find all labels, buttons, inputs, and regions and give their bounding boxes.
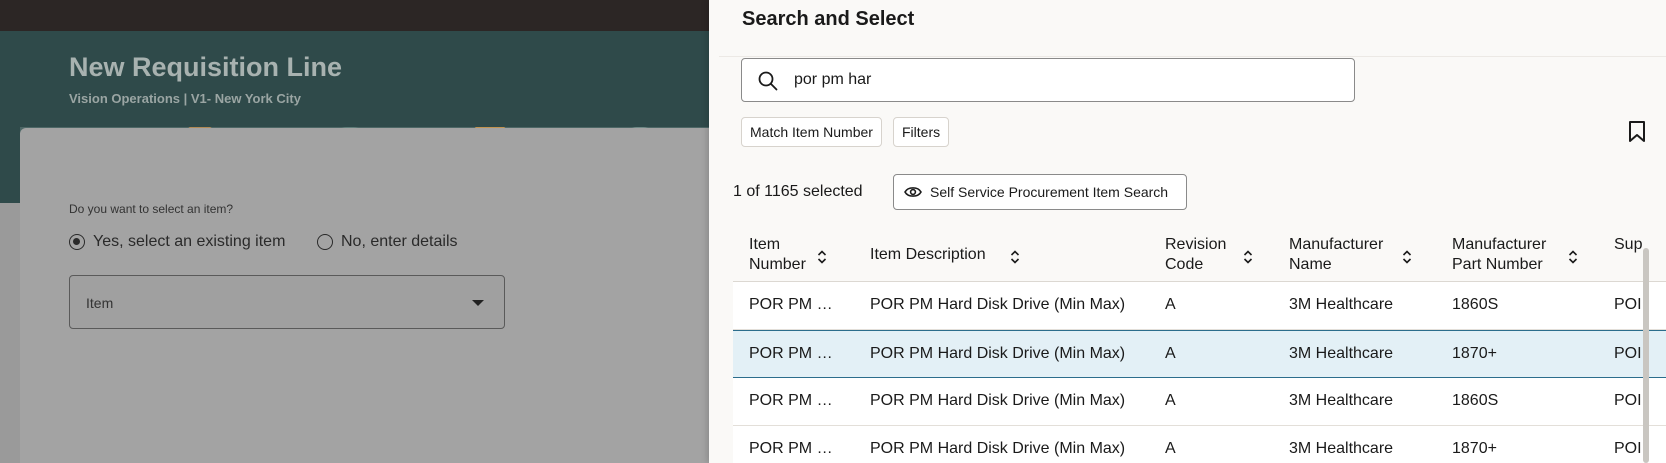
sort-icon[interactable] [1568, 249, 1578, 265]
col-header-line: Code [1165, 256, 1204, 273]
cell-item-number: POR PM … [749, 440, 833, 457]
cell-part-number: 1860S [1452, 296, 1499, 313]
cell-description: POR PM Hard Disk Drive (Min Max) [870, 296, 1126, 313]
table-row-selected[interactable]: POR PM … POR PM Hard Disk Drive (Min Max… [733, 330, 1666, 378]
cell-manufacturer: 3M Healthcare [1289, 296, 1394, 313]
radio-no-enter-details[interactable]: No, enter details [317, 233, 458, 251]
col-header-item-description[interactable]: Item Description [870, 245, 986, 265]
cell-supplier: POI [1614, 440, 1642, 457]
col-header-line: Item [749, 236, 781, 253]
table-row[interactable]: POR PM … POR PM Hard Disk Drive (Min Max… [733, 378, 1666, 426]
cell-revision: A [1165, 392, 1176, 409]
scrollbar-thumb[interactable] [1643, 248, 1649, 463]
col-header-line: Sup [1614, 236, 1643, 253]
view-selector-button[interactable]: Self Service Procurement Item Search [893, 174, 1187, 210]
page-subtitle: Vision Operations | V1- New York City [69, 91, 301, 106]
sort-icon[interactable] [1010, 249, 1020, 265]
table-scrollbar[interactable] [1643, 236, 1649, 463]
page-title: New Requisition Line [69, 52, 343, 82]
cell-manufacturer: 3M Healthcare [1289, 440, 1394, 457]
cell-manufacturer: 3M Healthcare [1289, 345, 1394, 362]
cell-supplier: POI [1614, 345, 1642, 362]
cell-item-number: POR PM … [749, 345, 833, 362]
radio-yes-select-item[interactable]: Yes, select an existing item [69, 233, 285, 251]
col-header-manufacturer-name[interactable]: Manufacturer Name [1289, 235, 1383, 275]
view-button-label: Self Service Procurement Item Search [930, 184, 1169, 200]
cell-supplier: POI [1614, 296, 1642, 313]
cell-description: POR PM Hard Disk Drive (Min Max) [870, 392, 1126, 409]
bookmark-icon[interactable] [1628, 121, 1646, 143]
item-select-label: Item [86, 295, 114, 311]
table-header: Item Number Item Description Revision Co… [733, 233, 1666, 282]
search-icon [758, 71, 778, 91]
item-select[interactable]: Item [69, 275, 505, 329]
table-row[interactable]: POR PM … POR PM Hard Disk Drive (Min Max… [733, 282, 1666, 330]
col-header-supplier[interactable]: Sup [1614, 235, 1642, 255]
cell-revision: A [1165, 296, 1176, 313]
radio-no-label: No, enter details [341, 233, 458, 250]
search-and-select-drawer: Search and Select Match Item Number Filt… [709, 0, 1666, 463]
cell-description: POR PM Hard Disk Drive (Min Max) [870, 440, 1126, 457]
col-header-line: Manufacturer [1452, 236, 1547, 253]
chevron-down-icon [472, 300, 484, 306]
search-field[interactable] [741, 58, 1355, 102]
cell-supplier: POI [1614, 392, 1642, 409]
col-header-revision-code[interactable]: Revision Code [1165, 235, 1226, 275]
col-header-line: Part Number [1452, 256, 1543, 273]
cell-revision: A [1165, 440, 1176, 457]
col-header-line: Item Description [870, 246, 986, 263]
col-header-manufacturer-part-number[interactable]: Manufacturer Part Number [1452, 235, 1546, 275]
cell-revision: A [1165, 345, 1176, 362]
drawer-title: Search and Select [742, 8, 915, 30]
cell-item-number: POR PM … [749, 392, 833, 409]
selected-count: 1 of 1165 selected [733, 183, 863, 200]
radio-yes-label: Yes, select an existing item [93, 233, 286, 250]
col-header-line: Revision [1165, 236, 1227, 253]
cell-description: POR PM Hard Disk Drive (Min Max) [870, 345, 1126, 362]
col-header-line: Manufacturer [1289, 236, 1384, 253]
top-bar [0, 0, 710, 31]
col-header-line: Name [1289, 256, 1332, 273]
cell-manufacturer: 3M Healthcare [1289, 392, 1394, 409]
cell-part-number: 1870+ [1452, 345, 1497, 362]
sort-icon[interactable] [1243, 249, 1253, 265]
table-row[interactable]: POR PM … POR PM Hard Disk Drive (Min Max… [733, 426, 1666, 463]
cell-part-number: 1870+ [1452, 440, 1497, 457]
eye-icon [904, 187, 922, 197]
item-question: Do you want to select an item? [69, 202, 234, 216]
cell-item-number: POR PM … [749, 296, 833, 313]
drawer-divider [719, 56, 1666, 57]
search-input[interactable] [794, 67, 1334, 93]
results-table: Item Number Item Description Revision Co… [733, 233, 1666, 463]
sort-icon[interactable] [817, 249, 827, 265]
match-item-number-chip[interactable]: Match Item Number [741, 117, 882, 147]
col-header-line: Number [749, 256, 806, 273]
radio-button-checked[interactable] [69, 234, 85, 250]
filters-chip[interactable]: Filters [893, 117, 950, 147]
radio-button-unchecked[interactable] [317, 234, 333, 250]
sort-icon[interactable] [1402, 249, 1412, 265]
col-header-item-number[interactable]: Item Number [749, 235, 806, 275]
cell-part-number: 1860S [1452, 392, 1499, 409]
